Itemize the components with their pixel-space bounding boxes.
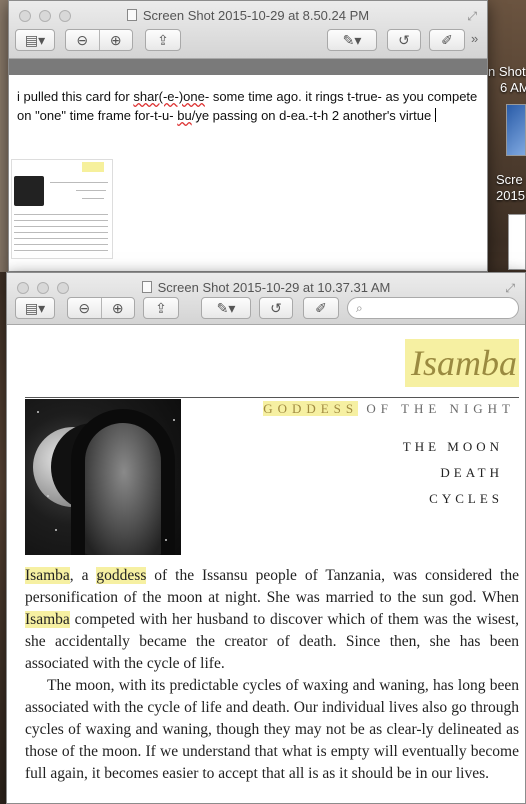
share-icon[interactable]: ⇪ xyxy=(145,29,181,51)
fullscreen-icon[interactable]: ⤢ xyxy=(505,281,515,296)
desktop-edge xyxy=(0,0,8,272)
title-bar[interactable]: Screen Shot 2015-10-29 at 10.37.31 AM ⤢ … xyxy=(7,273,525,325)
page-title: Isamba xyxy=(405,339,519,387)
preview-window-front[interactable]: Screen Shot 2015-10-29 at 10.37.31 AM ⤢ … xyxy=(6,272,526,804)
desktop-thumbnail[interactable] xyxy=(506,104,526,156)
rotate-icon[interactable]: ↺ xyxy=(259,297,293,319)
zoom-in-icon[interactable]: ⊕ xyxy=(100,30,133,50)
document-page[interactable]: Isamba GODDESS OF THE NIGHT THE MOON DEA… xyxy=(7,325,525,803)
keyword-term: DEATH xyxy=(440,465,503,480)
zoom-controls: ⊖ ⊕ xyxy=(67,297,135,319)
sidebar-icon[interactable]: ▤▾ xyxy=(15,29,55,51)
edit-toolbox-icon[interactable]: ✐ xyxy=(303,297,339,319)
card-thumbnail[interactable] xyxy=(11,159,113,259)
zoom-out-icon[interactable]: ⊖ xyxy=(66,30,100,50)
zoom-in-icon[interactable]: ⊕ xyxy=(102,298,135,318)
sidebar-icon[interactable]: ▤▾ xyxy=(15,297,55,319)
markup-pen-icon[interactable]: ✎▾ xyxy=(201,297,251,319)
note-text[interactable]: i pulled this card for shar(-e-)one- som… xyxy=(9,75,487,125)
keyword-term: CYCLES xyxy=(429,491,503,506)
text-caret xyxy=(434,108,436,122)
more-chevron-icon[interactable]: » xyxy=(471,31,478,46)
toolbar: ▤▾ ⊖ ⊕ ⇪ ✎▾ ↺ ✐ » xyxy=(9,29,487,55)
desktop-icon-label[interactable]: 2015 xyxy=(496,188,525,203)
preview-window-back[interactable]: Screen Shot 2015-10-29 at 8.50.24 PM ⤢ ▤… xyxy=(8,0,488,272)
zoom-controls: ⊖ ⊕ xyxy=(65,29,133,51)
search-input[interactable]: ⌕ xyxy=(347,297,519,319)
desktop-thumbnail[interactable] xyxy=(508,214,526,270)
document-icon xyxy=(126,9,137,21)
fullscreen-icon[interactable]: ⤢ xyxy=(467,9,477,24)
page-subtitle: GODDESS OF THE NIGHT xyxy=(263,401,515,416)
divider xyxy=(9,59,487,75)
rotate-icon[interactable]: ↺ xyxy=(387,29,421,51)
toolbar: ▤▾ ⊖ ⊕ ⇪ ✎▾ ↺ ✐ ⌕ xyxy=(7,297,525,323)
paragraph: Isamba, a goddess of the Issansu people … xyxy=(25,567,519,672)
title-rule xyxy=(25,397,519,398)
edit-toolbox-icon[interactable]: ✐ xyxy=(429,29,465,51)
desktop-icon-label[interactable]: 6 AM xyxy=(500,80,526,95)
window-title: Screen Shot 2015-10-29 at 10.37.31 AM xyxy=(7,280,525,295)
title-bar[interactable]: Screen Shot 2015-10-29 at 8.50.24 PM ⤢ ▤… xyxy=(9,1,487,59)
keyword-term: THE MOON xyxy=(402,439,503,454)
body-text: Isamba, a goddess of the Issansu people … xyxy=(25,565,519,785)
document-icon xyxy=(141,281,152,293)
zoom-out-icon[interactable]: ⊖ xyxy=(68,298,102,318)
share-icon[interactable]: ⇪ xyxy=(143,297,179,319)
goddess-illustration xyxy=(25,399,181,555)
desktop-icon-label[interactable]: n Shot xyxy=(488,64,526,79)
desktop-icon-label[interactable]: Scre xyxy=(496,172,523,187)
search-icon: ⌕ xyxy=(356,301,363,315)
window-title: Screen Shot 2015-10-29 at 8.50.24 PM xyxy=(9,8,487,23)
markup-pen-icon[interactable]: ✎▾ xyxy=(327,29,377,51)
paragraph: The moon, with its predictable cycles of… xyxy=(25,677,519,782)
